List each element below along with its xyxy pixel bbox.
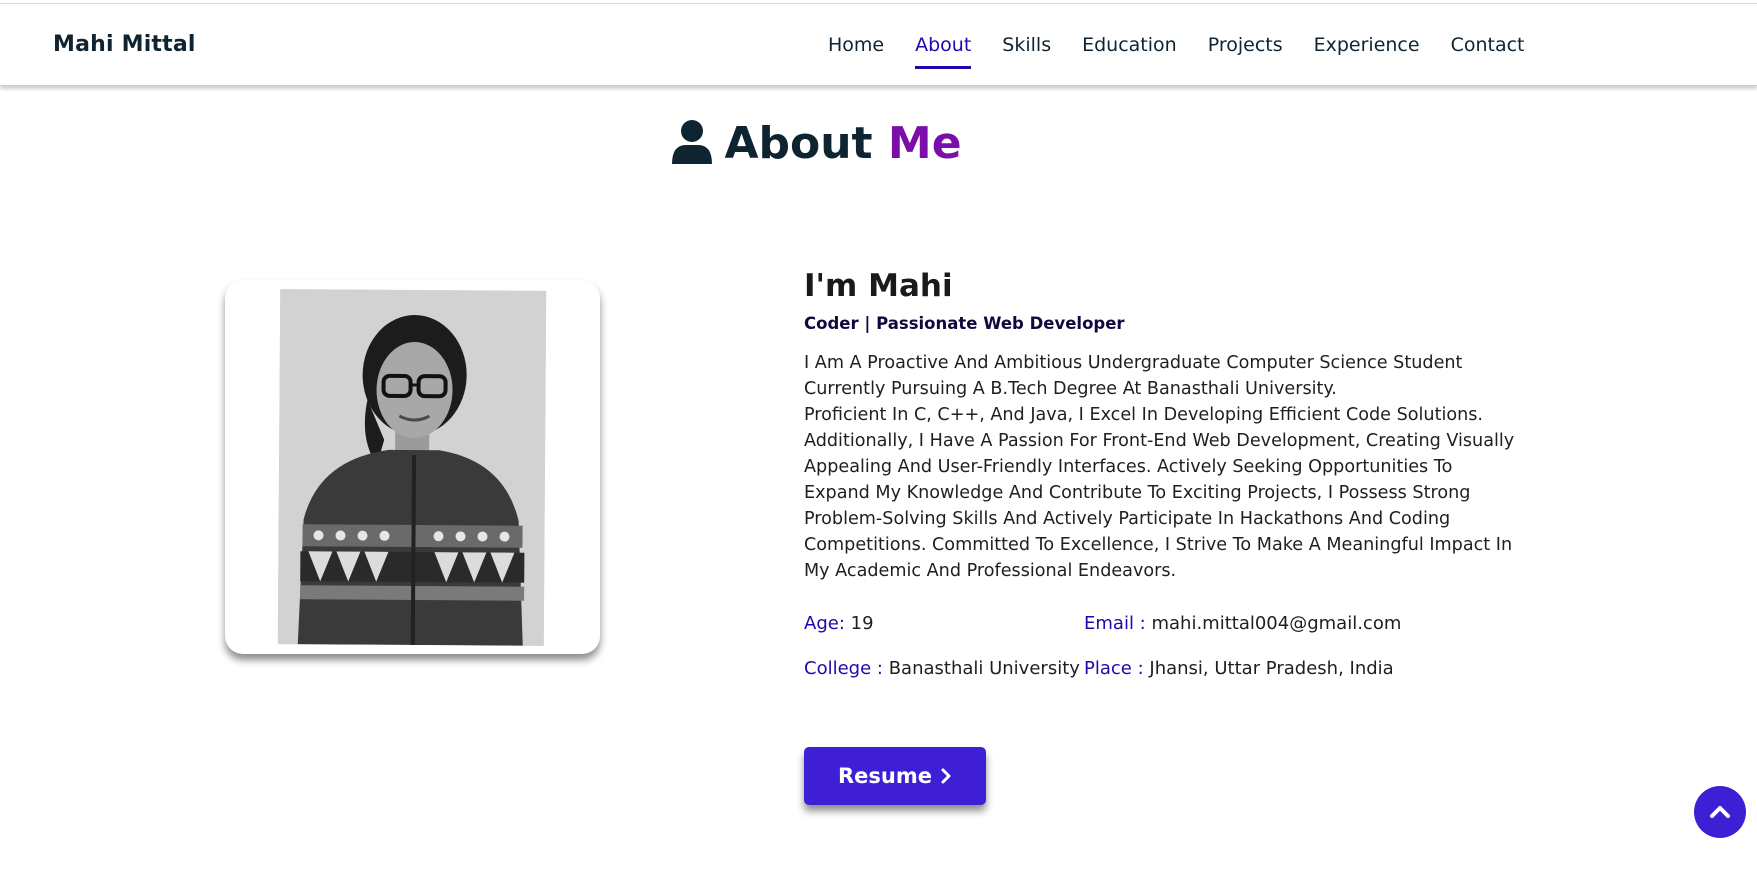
- college-value: Banasthali University: [888, 658, 1080, 679]
- email-label: Email :: [1084, 613, 1146, 634]
- profile-photo-card: [225, 280, 600, 654]
- greeting-name: I'm Mahi: [804, 268, 953, 304]
- about-content: I'm Mahi Coder | Passionate Web Develope…: [804, 268, 1516, 584]
- college-label: College :: [804, 658, 883, 679]
- profile-photo: [277, 289, 547, 646]
- navbar: Mahi Mittal Home About Skills Education …: [0, 4, 1757, 86]
- nav-projects[interactable]: Projects: [1208, 34, 1283, 64]
- scroll-top-button[interactable]: [1694, 786, 1746, 838]
- resume-button[interactable]: Resume: [804, 747, 986, 805]
- nav-skills[interactable]: Skills: [1002, 34, 1051, 64]
- age-value: 19: [850, 613, 874, 634]
- nav-education[interactable]: Education: [1082, 34, 1177, 64]
- place-info: Place : Jhansi, Uttar Pradesh, India: [1084, 658, 1394, 679]
- place-label: Place :: [1084, 658, 1144, 679]
- user-icon: [672, 120, 713, 164]
- resume-label: Resume: [838, 764, 932, 788]
- bio-paragraph-1: I Am A Proactive And Ambitious Undergrad…: [804, 353, 1463, 399]
- age-label: Age:: [804, 613, 845, 634]
- section-heading: About Me: [0, 118, 1632, 169]
- nav-about[interactable]: About: [915, 34, 972, 69]
- nav-home[interactable]: Home: [828, 34, 884, 64]
- nav-experience[interactable]: Experience: [1314, 34, 1420, 64]
- email-info: Email : mahi.mittal004@gmail.com: [1084, 613, 1401, 634]
- chevron-up-icon: [1710, 806, 1730, 818]
- heading-accent: Me: [887, 118, 962, 169]
- brand-logo[interactable]: Mahi Mittal: [53, 32, 196, 57]
- tagline: Coder | Passionate Web Developer: [804, 314, 1125, 333]
- chevron-right-icon: [941, 768, 951, 784]
- nav-contact[interactable]: Contact: [1451, 34, 1525, 64]
- nav-menu: Home About Skills Education Projects Exp…: [828, 34, 1556, 69]
- email-value[interactable]: mahi.mittal004@gmail.com: [1151, 613, 1401, 634]
- college-info: College : Banasthali University: [804, 658, 1080, 679]
- bio-text: I Am A Proactive And Ambitious Undergrad…: [804, 350, 1516, 584]
- heading-prefix: About: [724, 118, 873, 169]
- place-value: Jhansi, Uttar Pradesh, India: [1149, 658, 1394, 679]
- bio-paragraph-2: Proficient In C, C++, And Java, I Excel …: [804, 405, 1515, 581]
- age-info: Age: 19: [804, 613, 874, 634]
